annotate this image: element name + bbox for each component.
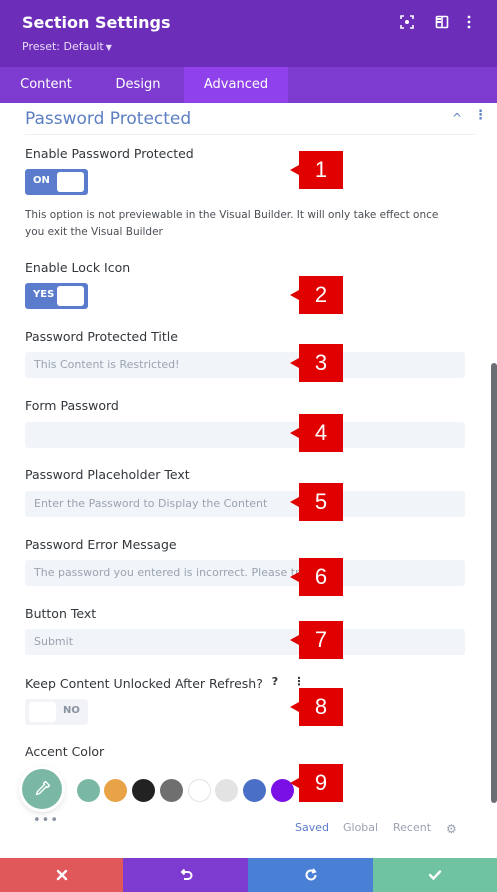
section-divider [25, 134, 475, 135]
help-icon[interactable]: ? [267, 674, 283, 690]
button-text-label: Button Text [25, 606, 97, 621]
tab-bar: Content Design Advanced [0, 67, 497, 103]
action-footer [0, 858, 497, 892]
split-view-icon[interactable] [435, 14, 451, 30]
password-protected-title-label: Password Protected Title [25, 329, 178, 344]
callout-arrow [290, 497, 299, 507]
callout-number: 4 [314, 420, 328, 445]
chevron-up-icon[interactable]: ^ [452, 111, 462, 125]
color-picker-button[interactable] [22, 769, 62, 809]
callout-badge: 3 [290, 344, 343, 382]
color-swatch[interactable] [243, 779, 266, 802]
color-swatch[interactable] [188, 779, 211, 802]
callout-arrow [290, 428, 299, 438]
tab-advanced[interactable]: Advanced [184, 67, 288, 103]
callout-arrow [290, 635, 299, 645]
color-swatch[interactable] [104, 779, 127, 802]
close-icon [56, 869, 67, 881]
password-placeholder-text-input[interactable]: Enter the Password to Display the Conten… [25, 491, 465, 517]
more-vertical-icon[interactable] [466, 14, 482, 30]
callout-arrow [290, 572, 299, 582]
swatch-tab-saved[interactable]: Saved [295, 821, 329, 834]
scrollbar[interactable] [491, 363, 497, 803]
toggle-knob [57, 172, 84, 192]
enable-lock-icon-toggle[interactable]: YES [25, 283, 88, 309]
preset-label: Preset: Default [22, 40, 104, 53]
section-menu-icon[interactable]: ⋮ [474, 108, 487, 123]
toggle-state: YES [33, 289, 55, 300]
callout-badge: 4 [290, 414, 343, 452]
toggle-knob [29, 702, 56, 722]
tab-design[interactable]: Design [92, 67, 184, 103]
keep-content-unlocked-label: Keep Content Unlocked After Refresh? [25, 676, 263, 691]
callout-number: 1 [314, 157, 328, 182]
callout-badge: 6 [290, 558, 343, 596]
toggle-state: ON [33, 175, 50, 186]
callout-badge: 8 [290, 688, 343, 726]
enable-password-protected-toggle[interactable]: ON [25, 169, 88, 195]
gear-icon[interactable]: ⚙ [446, 822, 457, 836]
callout-badge: 1 [290, 151, 343, 189]
caret-down-icon: ▼ [105, 43, 112, 52]
callout-badge: 2 [290, 276, 343, 314]
save-button[interactable] [373, 858, 497, 892]
callout-number: 3 [314, 350, 328, 375]
swatch-tab-global[interactable]: Global [343, 821, 378, 834]
form-password-label: Form Password [25, 398, 119, 413]
toggle-state: NO [63, 705, 80, 716]
enable-password-protected-label: Enable Password Protected [25, 146, 194, 161]
color-swatch[interactable] [160, 779, 183, 802]
password-error-message-input[interactable]: The password you entered is incorrect. P… [25, 560, 465, 586]
preset-dropdown[interactable]: Preset: Default ▼ [22, 40, 112, 53]
callout-number: 9 [314, 770, 328, 795]
accent-color-label: Accent Color [25, 744, 105, 759]
toggle-knob [57, 286, 84, 306]
more-colors-icon[interactable]: ••• [33, 813, 59, 828]
check-icon [428, 870, 442, 881]
callout-badge: 5 [290, 483, 343, 521]
eyedropper-icon [35, 780, 51, 796]
settings-panel: Password Protected ^ ⋮ Enable Password P… [0, 103, 497, 858]
section-title[interactable]: Password Protected [25, 109, 191, 129]
callout-number: 8 [314, 694, 328, 719]
redo-button[interactable] [248, 858, 373, 892]
focus-icon[interactable] [400, 14, 416, 30]
undo-icon [180, 868, 192, 880]
visual-builder-note: This option is not previewable in the Vi… [25, 209, 439, 238]
callout-badge: 9 [290, 764, 343, 802]
swatch-tab-recent[interactable]: Recent [393, 821, 431, 834]
callout-arrow [290, 358, 299, 368]
keep-content-unlocked-toggle[interactable]: NO [25, 699, 88, 725]
modal-title: Section Settings [22, 13, 171, 32]
callout-number: 6 [314, 564, 328, 589]
tab-content[interactable]: Content [0, 67, 92, 103]
form-password-input[interactable] [25, 422, 465, 448]
color-swatch[interactable] [132, 779, 155, 802]
redo-icon [305, 868, 317, 881]
callout-badge: 7 [290, 621, 343, 659]
password-error-message-label: Password Error Message [25, 537, 177, 552]
settings-header: Section Settings Preset: Default ▼ [0, 0, 497, 67]
callout-arrow [290, 778, 299, 788]
callout-arrow [290, 290, 299, 300]
callout-number: 7 [314, 627, 328, 652]
color-swatch[interactable] [215, 779, 238, 802]
cancel-button[interactable] [0, 858, 123, 892]
button-text-input[interactable]: Submit [25, 629, 465, 655]
callout-number: 5 [314, 489, 328, 514]
color-swatch[interactable] [77, 779, 100, 802]
password-protected-title-input[interactable]: This Content is Restricted! [25, 352, 465, 378]
enable-lock-icon-label: Enable Lock Icon [25, 260, 131, 275]
password-placeholder-text-label: Password Placeholder Text [25, 467, 190, 482]
callout-number: 2 [314, 282, 328, 307]
callout-arrow [290, 702, 299, 712]
callout-arrow [290, 165, 299, 175]
undo-button[interactable] [123, 858, 248, 892]
